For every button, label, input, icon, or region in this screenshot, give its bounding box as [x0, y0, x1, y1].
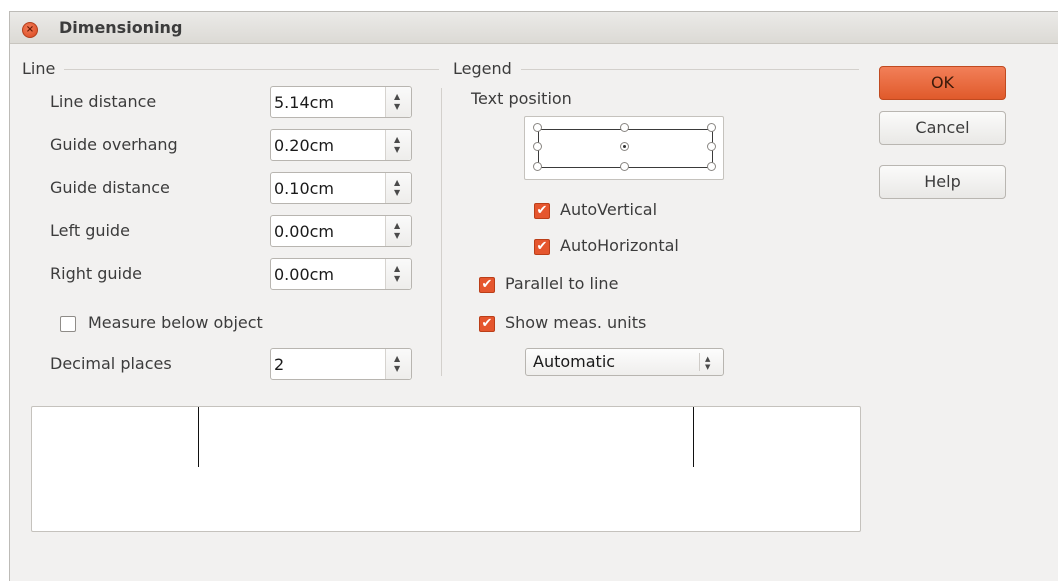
- position-radio-top-right[interactable]: [707, 123, 716, 132]
- line-section-divider: [64, 69, 439, 70]
- title-bar: × Dimensioning: [10, 12, 1058, 44]
- preview-left-guide: [198, 407, 199, 467]
- right-guide-spin-buttons[interactable]: ▲ ▼: [385, 259, 411, 289]
- guide-overhang-spinbox[interactable]: 0.20cm ▲ ▼: [270, 129, 412, 161]
- show-units-label[interactable]: Show meas. units: [505, 313, 646, 332]
- decimal-places-spin-buttons[interactable]: ▲ ▼: [385, 349, 411, 379]
- check-icon: ✔: [481, 277, 493, 292]
- chevron-down-icon: ▼: [705, 363, 711, 371]
- spin-down-icon[interactable]: ▼: [394, 232, 400, 240]
- position-radio-bottom-right[interactable]: [707, 162, 716, 171]
- dimensioning-dialog: × Dimensioning Line Line distance 5.14cm…: [9, 11, 1058, 581]
- units-select-value[interactable]: Automatic: [533, 352, 615, 371]
- guide-overhang-label: Guide overhang: [50, 135, 178, 154]
- line-distance-label: Line distance: [50, 92, 157, 111]
- guide-overhang-spin-buttons[interactable]: ▲ ▼: [385, 130, 411, 160]
- help-button[interactable]: Help: [879, 165, 1006, 199]
- right-guide-spinbox[interactable]: 0.00cm ▲ ▼: [270, 258, 412, 290]
- auto-horizontal-checkbox[interactable]: ✔: [534, 239, 550, 255]
- legend-section-label: Legend: [453, 59, 512, 78]
- preview-right-guide: [693, 407, 694, 467]
- left-guide-spinbox[interactable]: 0.00cm ▲ ▼: [270, 215, 412, 247]
- decimal-places-label: Decimal places: [50, 354, 172, 373]
- spin-down-icon[interactable]: ▼: [394, 146, 400, 154]
- guide-distance-label: Guide distance: [50, 178, 170, 197]
- check-icon: ✔: [536, 239, 548, 254]
- left-guide-value[interactable]: 0.00cm: [274, 222, 334, 241]
- position-radio-bottom-left[interactable]: [533, 162, 542, 171]
- ok-button[interactable]: OK: [879, 66, 1006, 100]
- cancel-button[interactable]: Cancel: [879, 111, 1006, 145]
- position-radio-middle-right[interactable]: [707, 142, 716, 151]
- spin-down-icon[interactable]: ▼: [394, 189, 400, 197]
- parallel-to-line-checkbox[interactable]: ✔: [479, 277, 495, 293]
- check-icon: ✔: [481, 316, 493, 331]
- auto-vertical-checkbox[interactable]: ✔: [534, 203, 550, 219]
- guide-distance-spinbox[interactable]: 0.10cm ▲ ▼: [270, 172, 412, 204]
- left-guide-label: Left guide: [50, 221, 130, 240]
- left-guide-spin-buttons[interactable]: ▲ ▼: [385, 216, 411, 246]
- line-distance-spin-buttons[interactable]: ▲ ▼: [385, 87, 411, 117]
- parallel-to-line-label[interactable]: Parallel to line: [505, 274, 618, 293]
- text-position-label: Text position: [471, 89, 572, 108]
- measure-below-label[interactable]: Measure below object: [88, 313, 263, 332]
- window-title: Dimensioning: [59, 18, 183, 37]
- spin-down-icon[interactable]: ▼: [394, 103, 400, 111]
- text-position-selector[interactable]: [524, 116, 724, 180]
- spin-up-icon[interactable]: ▲: [394, 179, 400, 187]
- position-radio-bottom-center[interactable]: [620, 162, 629, 171]
- right-guide-label: Right guide: [50, 264, 142, 283]
- section-divider: [441, 88, 442, 376]
- spin-up-icon[interactable]: ▲: [394, 136, 400, 144]
- guide-distance-value[interactable]: 0.10cm: [274, 179, 334, 198]
- position-radio-middle-center[interactable]: [620, 142, 629, 151]
- line-section-label: Line: [22, 59, 56, 78]
- spin-up-icon[interactable]: ▲: [394, 265, 400, 273]
- position-radio-top-left[interactable]: [533, 123, 542, 132]
- spin-up-icon[interactable]: ▲: [394, 222, 400, 230]
- spin-up-icon[interactable]: ▲: [394, 93, 400, 101]
- chevron-up-icon: ▲: [705, 355, 711, 363]
- auto-horizontal-label[interactable]: AutoHorizontal: [560, 236, 679, 255]
- close-icon[interactable]: ×: [22, 22, 38, 38]
- measure-below-checkbox[interactable]: [60, 316, 76, 332]
- line-distance-value[interactable]: 5.14cm: [274, 93, 334, 112]
- position-radio-middle-left[interactable]: [533, 142, 542, 151]
- guide-overhang-value[interactable]: 0.20cm: [274, 136, 334, 155]
- decimal-places-value[interactable]: 2: [274, 355, 284, 374]
- line-distance-spinbox[interactable]: 5.14cm ▲ ▼: [270, 86, 412, 118]
- spin-up-icon[interactable]: ▲: [394, 355, 400, 363]
- decimal-places-spinbox[interactable]: 2 ▲ ▼: [270, 348, 412, 380]
- legend-section-divider: [521, 69, 859, 70]
- dimension-preview: [31, 406, 861, 532]
- select-arrows-icon[interactable]: ▲ ▼: [699, 353, 713, 371]
- guide-distance-spin-buttons[interactable]: ▲ ▼: [385, 173, 411, 203]
- auto-vertical-label[interactable]: AutoVertical: [560, 200, 657, 219]
- position-radio-top-center[interactable]: [620, 123, 629, 132]
- check-icon: ✔: [536, 203, 548, 218]
- show-units-checkbox[interactable]: ✔: [479, 316, 495, 332]
- spin-down-icon[interactable]: ▼: [394, 275, 400, 283]
- right-guide-value[interactable]: 0.00cm: [274, 265, 334, 284]
- spin-down-icon[interactable]: ▼: [394, 365, 400, 373]
- units-select[interactable]: Automatic ▲ ▼: [525, 348, 724, 376]
